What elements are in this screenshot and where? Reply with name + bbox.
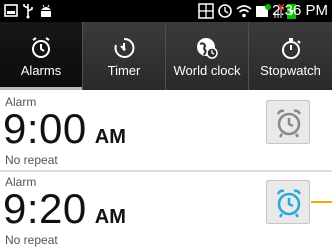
tab-bar: Alarms Timer World clock Stopwatch bbox=[0, 22, 332, 90]
android-icon bbox=[41, 4, 51, 17]
media-icon bbox=[198, 3, 214, 19]
tab-alarms-label: Alarms bbox=[20, 63, 62, 78]
alarm-item[interactable]: Alarm 9:20 AM No repeat bbox=[0, 172, 332, 250]
tab-world-clock-label: World clock bbox=[173, 63, 241, 78]
tab-stopwatch[interactable]: Stopwatch bbox=[249, 22, 332, 90]
status-bar: 2:36 PM bbox=[0, 0, 332, 22]
alarm-clock-active-icon bbox=[276, 189, 302, 218]
clock-time: 2:36 PM bbox=[272, 2, 328, 19]
alarm-repeat: No repeat bbox=[5, 153, 58, 167]
alert-icon bbox=[256, 4, 271, 17]
tab-timer-label: Timer bbox=[107, 63, 141, 78]
alarm-toggle-button[interactable] bbox=[266, 180, 310, 224]
tab-alarms[interactable]: Alarms bbox=[0, 22, 83, 90]
alarm-time: 9:20 AM bbox=[3, 186, 126, 232]
callout-pointer bbox=[311, 201, 332, 203]
alarm-ampm: AM bbox=[94, 126, 126, 148]
alarm-clock-icon bbox=[32, 37, 50, 58]
active-tab-indicator bbox=[0, 87, 82, 90]
wifi-icon bbox=[236, 5, 252, 18]
alarm-repeat: No repeat bbox=[5, 233, 58, 247]
alarm-toggle-button[interactable] bbox=[266, 100, 310, 144]
stopwatch-icon bbox=[281, 38, 301, 59]
globe-clock-icon bbox=[197, 38, 218, 59]
alarm-item[interactable]: Alarm 9:00 AM No repeat bbox=[0, 92, 332, 170]
tab-stopwatch-label: Stopwatch bbox=[260, 63, 321, 78]
alarm-ampm: AM bbox=[94, 206, 126, 228]
alarm-time-value: 9:20 bbox=[3, 185, 87, 232]
alarm-time-value: 9:00 bbox=[3, 105, 87, 152]
notification-icon bbox=[4, 4, 18, 17]
alarm-time: 9:00 AM bbox=[3, 106, 126, 152]
alarm-clock-icon bbox=[276, 109, 302, 138]
tab-world-clock[interactable]: World clock bbox=[166, 22, 249, 90]
usb-icon bbox=[23, 4, 33, 19]
tab-timer[interactable]: Timer bbox=[83, 22, 166, 90]
timer-icon bbox=[114, 37, 135, 58]
sync-icon bbox=[218, 4, 232, 18]
